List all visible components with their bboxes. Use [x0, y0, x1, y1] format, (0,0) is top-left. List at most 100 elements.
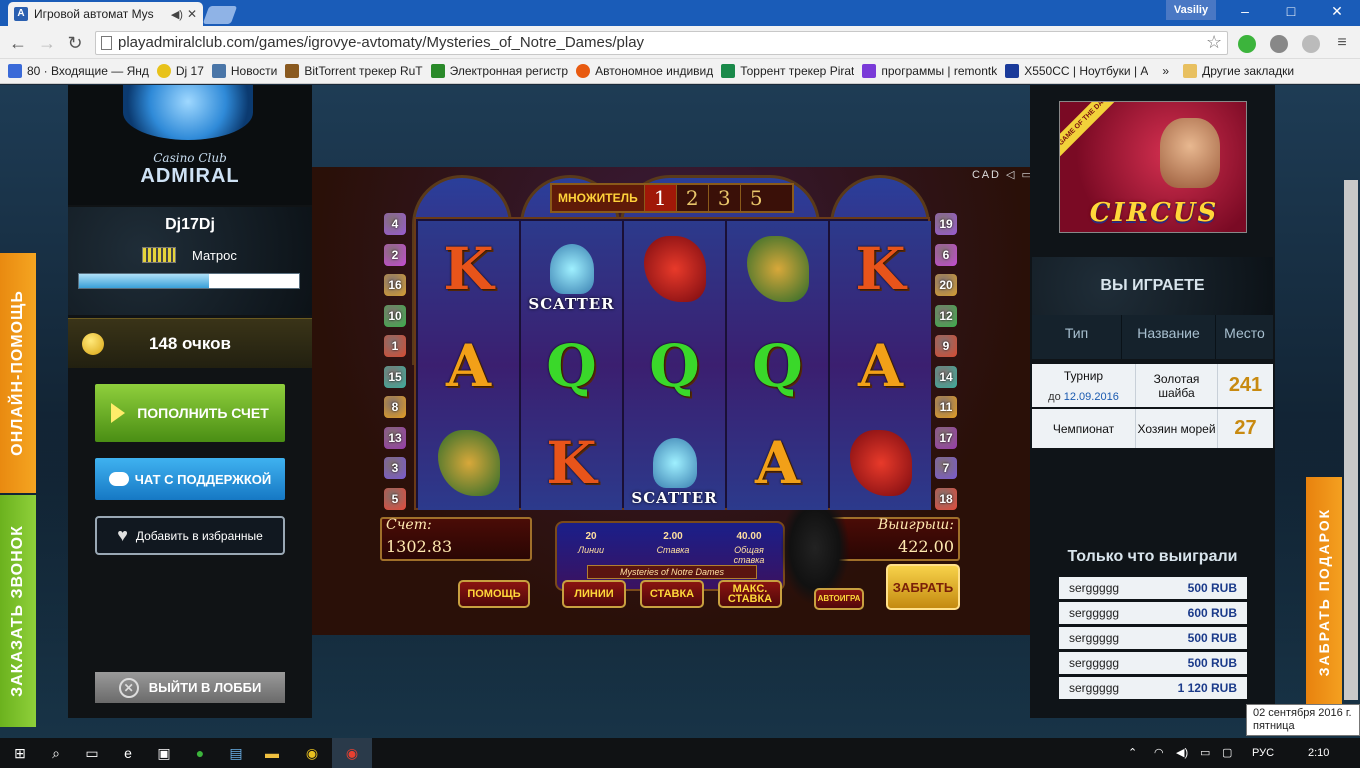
- you-play-header: ВЫ ИГРАЕТЕ: [1032, 257, 1273, 315]
- bookmark-5[interactable]: Автономное индивид: [576, 64, 713, 78]
- app-window-icon[interactable]: ▤: [216, 738, 256, 768]
- add-favorite-button[interactable]: ♥ Добавить в избранные: [95, 516, 285, 555]
- left-line-16[interactable]: 16: [384, 274, 406, 296]
- admiral-logo[interactable]: Casino Club ADMIRAL: [68, 85, 312, 205]
- bookmark-1[interactable]: Dj 17: [156, 64, 204, 78]
- right-line-20[interactable]: 20: [935, 274, 957, 296]
- bookmark-6[interactable]: Торрент трекер Pirat: [721, 64, 854, 78]
- close-window-button[interactable]: ✕: [1314, 0, 1360, 22]
- left-line-2[interactable]: 2: [384, 243, 406, 266]
- chrome-active-icon[interactable]: ◉: [332, 738, 372, 768]
- scrollbar[interactable]: [1344, 180, 1358, 700]
- bookmark-2[interactable]: Новости: [211, 64, 277, 78]
- level-progress-bar: [78, 273, 300, 289]
- tray-chevron-icon[interactable]: ⌃: [1128, 738, 1137, 768]
- bet-button[interactable]: СТАВКА: [640, 580, 704, 608]
- language-indicator[interactable]: РУС: [1252, 738, 1274, 768]
- left-line-1[interactable]: 1: [384, 335, 406, 357]
- left-line-13[interactable]: 13: [384, 426, 406, 449]
- address-bar[interactable]: playadmiralclub.com/games/igrovye-avtoma…: [95, 31, 1228, 55]
- winner-user: serggggg: [1069, 656, 1120, 670]
- bookmark-0[interactable]: 80 · Входящие — Янд: [8, 64, 149, 78]
- online-help-tab[interactable]: ОНЛАЙН-ПОМОЩЬ: [0, 253, 36, 493]
- mail-icon: [8, 64, 22, 78]
- left-line-10[interactable]: 10: [384, 304, 406, 327]
- right-line-14[interactable]: 14: [935, 365, 957, 388]
- reload-icon[interactable]: ↻: [65, 33, 85, 53]
- right-line-9[interactable]: 9: [935, 335, 957, 357]
- max-bet-button[interactable]: МАКС. СТАВКА: [718, 580, 782, 608]
- maximize-button[interactable]: □: [1268, 0, 1314, 22]
- search-icon[interactable]: ⌕: [36, 738, 76, 768]
- left-line-4[interactable]: 4: [384, 213, 406, 235]
- bookmark-3[interactable]: BitTorrent трекер RuT: [285, 64, 423, 78]
- right-line-19[interactable]: 19: [935, 213, 957, 235]
- forward-icon[interactable]: →: [37, 33, 57, 53]
- globe-icon[interactable]: [1270, 35, 1288, 53]
- bookmark-8[interactable]: X550CC | Ноутбуки | A: [1005, 64, 1148, 78]
- store-icon[interactable]: ▣: [144, 738, 184, 768]
- ringmaster-icon: [1160, 118, 1220, 188]
- left-line-15[interactable]: 15: [384, 365, 406, 388]
- volume-icon[interactable]: ◀): [1176, 738, 1188, 768]
- right-line-17[interactable]: 17: [935, 426, 957, 449]
- goblet-icon: [549, 244, 594, 294]
- bookmark-star-icon[interactable]: ☆: [1206, 32, 1222, 53]
- right-line-11[interactable]: 11: [935, 396, 957, 418]
- browser-tab[interactable]: A Игровой автомат Mys ◀) ✕: [8, 2, 203, 26]
- back-icon[interactable]: ←: [8, 33, 28, 53]
- windows-start-icon[interactable]: ⊞: [0, 738, 40, 768]
- chrome-icon[interactable]: ◉: [292, 738, 332, 768]
- row-name: Золотая шайба: [1136, 364, 1218, 407]
- bookmarks-overflow[interactable]: »: [1162, 64, 1169, 78]
- menu-icon[interactable]: ≡: [1332, 33, 1352, 53]
- clock[interactable]: 2:10: [1308, 738, 1329, 768]
- task-view-icon[interactable]: ▭: [72, 738, 112, 768]
- row-place: 241: [1228, 374, 1263, 396]
- winner-user: serggggg: [1069, 681, 1120, 695]
- win-label: Выигрыш:: [877, 517, 954, 533]
- autoplay-button[interactable]: АВТОИГРА: [814, 588, 864, 610]
- game-title: Mysteries of Notre Dames: [587, 565, 757, 579]
- other-bookmarks[interactable]: Другие закладки: [1183, 64, 1294, 78]
- dragon-green-icon: [746, 236, 809, 302]
- table-row[interactable]: Турнир до 12.09.2016 Золотая шайба 241: [1032, 364, 1273, 408]
- top-up-button[interactable]: ПОПОЛНИТЬ СЧЕТ: [95, 384, 285, 442]
- notifications-icon[interactable]: ▢: [1222, 738, 1232, 768]
- reel-symbol: Q: [727, 318, 828, 414]
- file-explorer-icon[interactable]: ▬: [252, 738, 292, 768]
- support-chat-button[interactable]: ЧАТ С ПОДДЕРЖКОЙ: [95, 458, 285, 500]
- right-line-6[interactable]: 6: [935, 243, 957, 266]
- extension-gray-icon[interactable]: [1302, 35, 1320, 53]
- right-line-7[interactable]: 7: [935, 457, 957, 479]
- table-row[interactable]: Чемпионат Хозяин морей 27: [1032, 409, 1273, 449]
- lines-button[interactable]: ЛИНИИ: [562, 580, 626, 608]
- close-tab-icon[interactable]: ✕: [187, 7, 197, 21]
- left-line-8[interactable]: 8: [384, 396, 406, 418]
- left-line-3[interactable]: 3: [384, 457, 406, 479]
- bookmark-7[interactable]: программы | remontk: [862, 64, 997, 78]
- extension-green-icon[interactable]: [1238, 35, 1256, 53]
- multiplier-bar: МНОЖИТЕЛЬ 1 2 3 5: [550, 183, 794, 213]
- get-gift-tab[interactable]: ЗАБРАТЬ ПОДАРОК: [1306, 477, 1342, 707]
- edge-icon[interactable]: e: [108, 738, 148, 768]
- wifi-icon[interactable]: ◠: [1154, 738, 1164, 768]
- bookmark-4[interactable]: Электронная регистр: [430, 64, 568, 78]
- battery-icon[interactable]: ▭: [1200, 738, 1210, 768]
- game-of-the-day-banner[interactable]: GAME OF THE DAY CIRCUS: [1059, 101, 1247, 233]
- exit-lobby-button[interactable]: ✕ ВЫЙТИ В ЛОББИ: [95, 672, 285, 703]
- rank-badge-icon: [142, 247, 176, 263]
- bet-caption: Ставка: [656, 545, 690, 555]
- profile-button[interactable]: Vasiliy: [1166, 0, 1216, 20]
- help-button[interactable]: ПОМОЩЬ: [458, 580, 530, 608]
- app-globe-icon[interactable]: ●: [180, 738, 220, 768]
- right-line-12[interactable]: 12: [935, 304, 957, 327]
- left-line-5[interactable]: 5: [384, 487, 406, 510]
- minimize-button[interactable]: –: [1222, 0, 1268, 22]
- collect-button[interactable]: ЗАБРАТЬ: [886, 564, 960, 610]
- letter-A: A: [754, 429, 800, 497]
- speaker-icon[interactable]: ◀): [171, 8, 183, 21]
- right-line-18[interactable]: 18: [935, 487, 957, 510]
- request-call-tab[interactable]: ЗАКАЗАТЬ ЗВОНОК: [0, 495, 36, 727]
- dragon-green-icon: [437, 430, 500, 496]
